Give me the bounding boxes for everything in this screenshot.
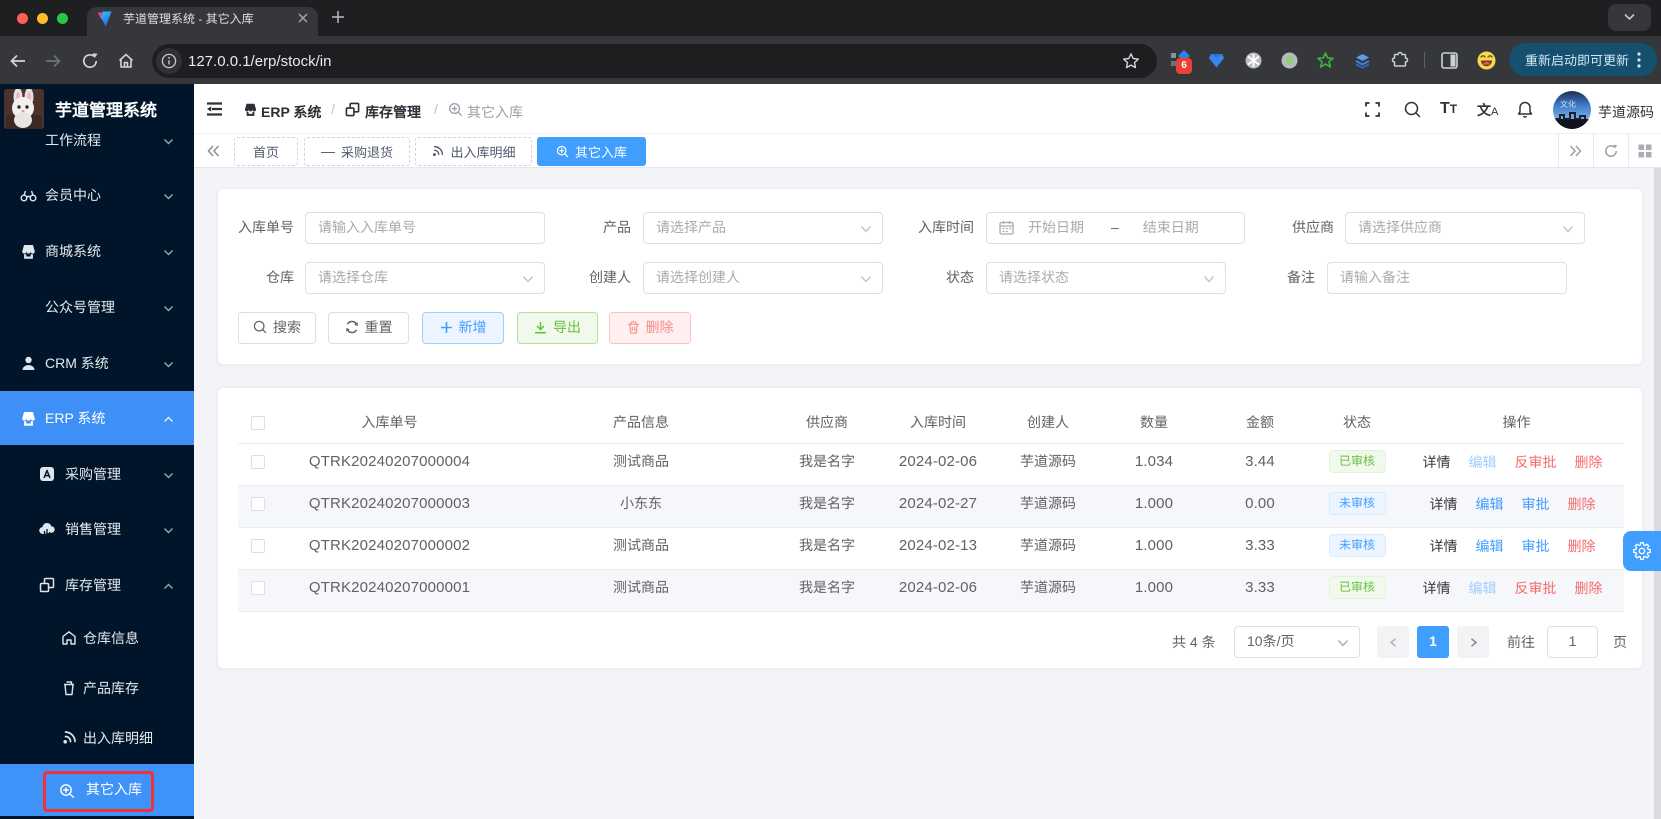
svg-text:文化: 文化 bbox=[1560, 100, 1576, 109]
